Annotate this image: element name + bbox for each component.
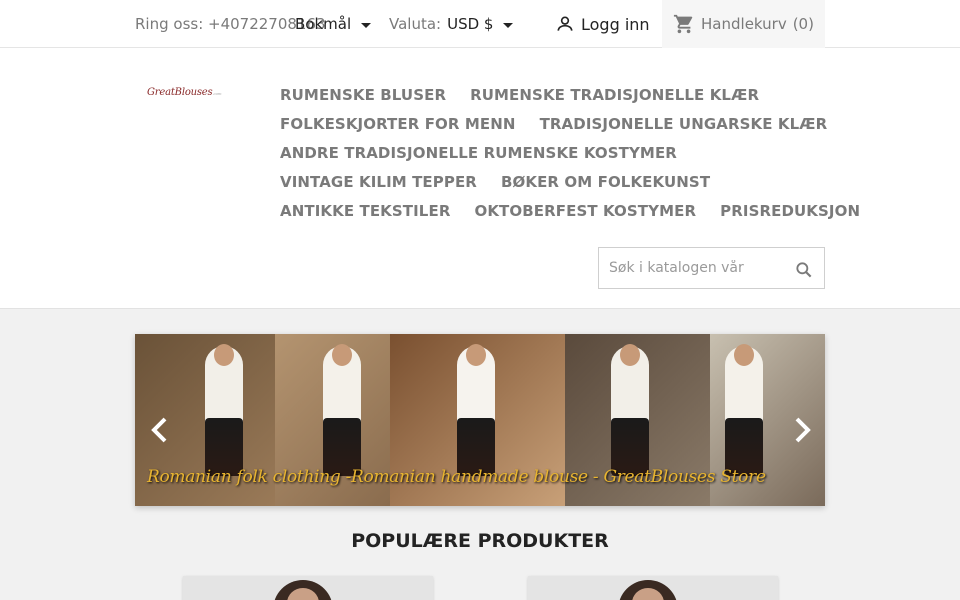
- site-header: GreatBlouses.com RUMENSKE BLUSER RUMENSK…: [0, 48, 960, 309]
- currency-selector[interactable]: Valuta: USD $: [389, 15, 514, 33]
- nav-row: VINTAGE KILIM TEPPER BØKER OM FOLKEKUNST: [280, 167, 825, 196]
- model-figure: [457, 344, 495, 476]
- language-label: Bokmål: [295, 15, 352, 33]
- model-figure: [205, 344, 243, 476]
- nav-row: ANTIKKE TEKSTILER OKTOBERFEST KOSTYMER P…: [280, 196, 860, 225]
- nav-item-romanian-traditional-clothes[interactable]: RUMENSKE TRADISJONELLE KLÆR: [470, 86, 759, 104]
- login-link[interactable]: Logg inn: [555, 14, 650, 34]
- top-bar: Ring oss: +40722708163 Bokmål Valuta: US…: [0, 0, 960, 48]
- nav-row: FOLKESKJORTER FOR MENN TRADISJONELLE UNG…: [280, 109, 828, 138]
- nav-row: ANDRE TRADISJONELLE RUMENSKE KOSTYMER: [280, 138, 825, 167]
- nav-item-oktoberfest-costumes[interactable]: OKTOBERFEST KOSTYMER: [474, 202, 696, 220]
- cart-label: Handlekurv: [701, 15, 787, 33]
- product-card[interactable]: [528, 576, 778, 600]
- currency-value: USD $: [447, 15, 494, 33]
- product-card[interactable]: [183, 576, 433, 600]
- language-selector[interactable]: Bokmål: [295, 15, 372, 33]
- model-figure: [323, 344, 361, 476]
- hero-carousel[interactable]: Romanian folk clothing -Romanian handmad…: [135, 334, 825, 506]
- chevron-down-icon: [361, 22, 372, 28]
- popular-products-title: POPULÆRE PRODUKTER: [351, 530, 609, 552]
- nav-item-antique-textiles[interactable]: ANTIKKE TEKSTILER: [280, 202, 450, 220]
- search-box: [598, 247, 825, 289]
- carousel-next-arrow[interactable]: [791, 416, 813, 444]
- user-icon: [557, 16, 573, 31]
- chevron-down-icon: [503, 22, 514, 28]
- model-figure: [611, 344, 649, 476]
- product-image: [273, 580, 333, 600]
- shopping-cart-icon: [673, 14, 693, 34]
- nav-row: RUMENSKE BLUSER RUMENSKE TRADISJONELLE K…: [280, 80, 825, 109]
- currency-label: Valuta:: [389, 15, 442, 33]
- cart-button[interactable]: Handlekurv (0): [662, 0, 825, 48]
- nav-item-traditional-hungarian-clothes[interactable]: TRADISJONELLE UNGARSKE KLÆR: [540, 115, 828, 133]
- main-navigation: RUMENSKE BLUSER RUMENSKE TRADISJONELLE K…: [280, 80, 860, 225]
- nav-item-folk-shirts-men[interactable]: FOLKESKJORTER FOR MENN: [280, 115, 516, 133]
- nav-item-romanian-blouses[interactable]: RUMENSKE BLUSER: [280, 86, 446, 104]
- search-icon[interactable]: [794, 260, 814, 280]
- logo-suffix: .com: [212, 91, 222, 96]
- model-figure: [725, 344, 763, 476]
- nav-item-vintage-kilim-rugs[interactable]: VINTAGE KILIM TEPPER: [280, 173, 477, 191]
- nav-item-folk-art-books[interactable]: BØKER OM FOLKEKUNST: [501, 173, 710, 191]
- carousel-prev-arrow[interactable]: [149, 416, 171, 444]
- nav-item-price-reduction[interactable]: PRISREDUKSJON: [720, 202, 860, 220]
- login-label: Logg inn: [581, 14, 650, 34]
- nav-item-other-romanian-costumes[interactable]: ANDRE TRADISJONELLE RUMENSKE KOSTYMER: [280, 144, 677, 162]
- logo-text: GreatBlouses: [147, 87, 213, 98]
- cart-count: (0): [792, 15, 814, 33]
- site-logo[interactable]: GreatBlouses.com: [147, 87, 222, 98]
- search-input[interactable]: [599, 260, 789, 276]
- carousel-caption: Romanian folk clothing -Romanian handmad…: [147, 467, 766, 487]
- product-image: [618, 580, 678, 600]
